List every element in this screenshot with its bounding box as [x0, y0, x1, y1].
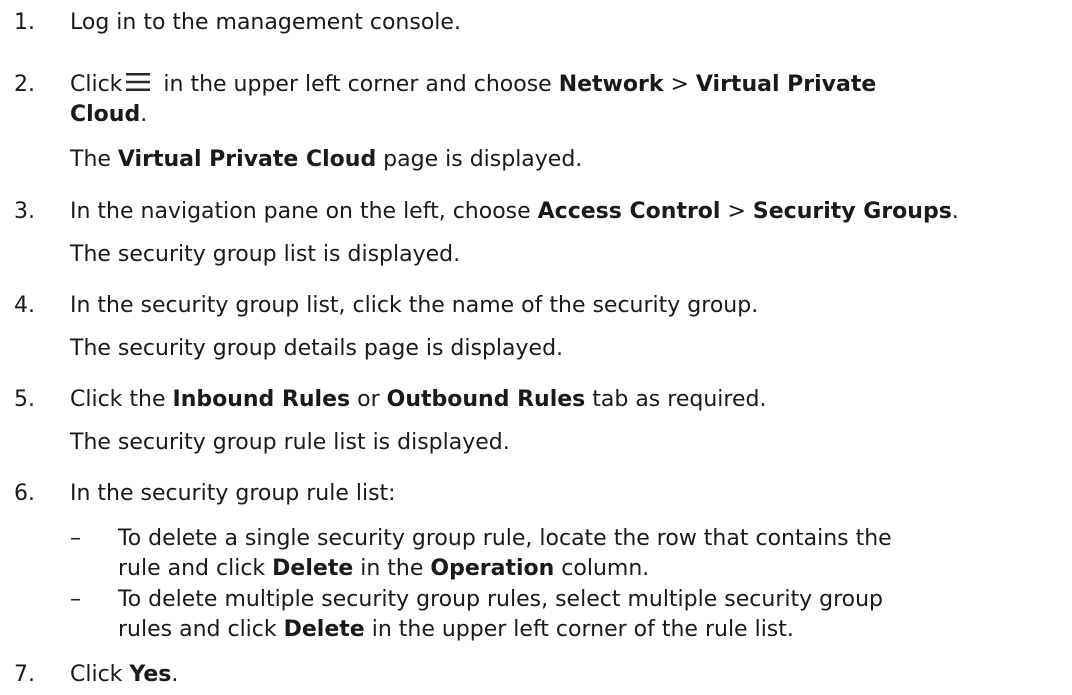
step-number: 6. [14, 481, 35, 506]
dash-bullet: – [70, 587, 81, 612]
menu-path-access-control: Access Control [537, 199, 721, 224]
menu-icon [126, 73, 151, 91]
menu-path-vpc-cont: Cloud [70, 102, 141, 127]
step-2-result: The Virtual Private Cloud page is displa… [70, 147, 583, 172]
delete-label: Delete [272, 556, 354, 581]
step-3-result: The security group list is displayed. [70, 242, 461, 267]
yes-label: Yes [129, 662, 172, 687]
step-5-result: The security group rule list is displaye… [70, 430, 510, 455]
sub-item-text: To delete a single security group rule, … [118, 526, 892, 581]
step-text: In the navigation pane on the left, choo… [70, 199, 959, 224]
step-number: 4. [14, 293, 35, 318]
tab-outbound-rules: Outbound Rules [386, 387, 586, 412]
sub-item-text: To delete multiple security group rules,… [118, 587, 884, 642]
step-number: 5. [14, 387, 35, 412]
step-text: Click in the upper left corner and choos… [70, 72, 877, 127]
step-number: 3. [14, 199, 35, 224]
step-text: Click the Inbound Rules or Outbound Rule… [70, 387, 767, 412]
step-number: 7. [14, 662, 35, 687]
step-number: 2. [14, 72, 35, 97]
step-text: In the security group rule list: [70, 481, 396, 506]
step-text: In the security group list, click the na… [70, 293, 759, 318]
step-4-result: The security group details page is displ… [70, 336, 564, 361]
delete-label: Delete [283, 617, 365, 642]
menu-path-network: Network [558, 72, 664, 97]
step-text: Log in to the management console. [70, 10, 461, 35]
tab-inbound-rules: Inbound Rules [172, 387, 351, 412]
menu-path-security-groups: Security Groups [752, 199, 952, 224]
step-number: 1. [14, 10, 35, 35]
dash-bullet: – [70, 526, 81, 551]
procedure: 1. Log in to the management console. 2. … [0, 0, 1072, 695]
operation-column-label: Operation [430, 556, 555, 581]
menu-path-vpc: Virtual Private [695, 72, 877, 97]
step-text: Click Yes. [70, 662, 179, 687]
